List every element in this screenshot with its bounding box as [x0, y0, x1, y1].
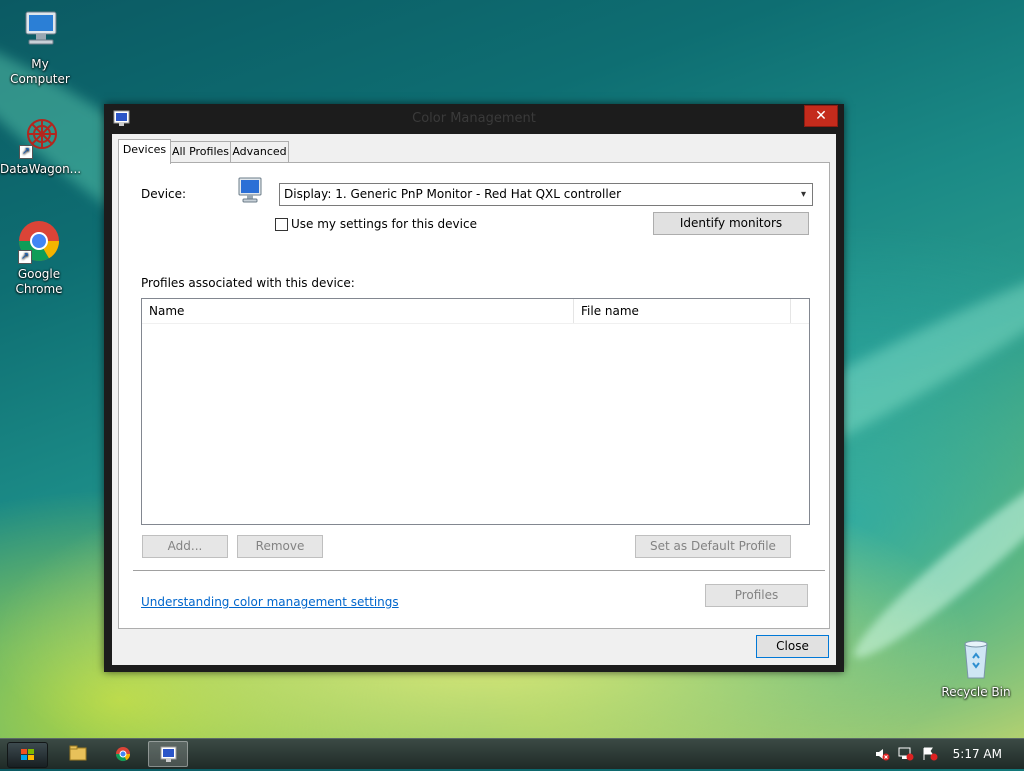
remove-profile-button[interactable]: Remove — [237, 535, 323, 558]
device-select[interactable]: Display: 1. Generic PnP Monitor - Red Ha… — [279, 183, 813, 206]
color-management-taskbar-button[interactable] — [148, 741, 188, 767]
network-icon[interactable] — [898, 747, 914, 761]
profiles-list[interactable]: Name File name — [141, 298, 810, 525]
title-bar[interactable]: Color Management ✕ — [104, 104, 844, 134]
volume-muted-icon[interactable] — [874, 747, 890, 761]
window-title: Color Management — [412, 111, 536, 126]
desktop-icon-label: DataWagon... — [0, 162, 82, 176]
column-header-file-name[interactable]: File name — [574, 299, 791, 323]
chrome-icon[interactable] — [103, 741, 143, 767]
desktop-icon-label: Recycle Bin — [941, 685, 1011, 699]
desktop-icon-label: Google Chrome — [15, 267, 63, 296]
desktop-icon-my-computer[interactable]: My Computer — [0, 8, 80, 87]
divider — [133, 570, 825, 571]
start-orb-icon[interactable] — [7, 742, 48, 768]
tab-all-profiles[interactable]: All Profiles — [169, 141, 232, 163]
computer-icon — [17, 8, 63, 54]
datawagon-logo-icon: ↗ — [17, 113, 63, 159]
monitor-icon — [236, 176, 266, 206]
action-center-icon[interactable] — [922, 747, 938, 761]
identify-monitors-button[interactable]: Identify monitors — [653, 212, 809, 235]
desktop-icon-datawagon[interactable]: ↗ DataWagon... — [0, 113, 82, 177]
color-management-window: Color Management ✕ Devices All Profiles … — [104, 104, 844, 672]
understanding-color-management-link[interactable]: Understanding color management settings — [141, 595, 399, 609]
use-settings-checkbox[interactable] — [275, 218, 288, 231]
close-button[interactable]: Close — [756, 635, 829, 658]
column-header-divider — [142, 323, 809, 324]
tab-devices[interactable]: Devices — [118, 139, 171, 164]
recycle-bin-icon — [953, 636, 999, 682]
tab-advanced[interactable]: Advanced — [230, 141, 289, 163]
window-client-area: Devices All Profiles Advanced Device: Di… — [112, 134, 836, 665]
window-close-button[interactable]: ✕ — [804, 105, 838, 127]
clock[interactable]: 5:17 AM — [953, 747, 1002, 761]
shortcut-arrow-icon: ↗ — [19, 145, 33, 159]
devices-tab-panel: Device: Display: 1. Generic PnP Monitor … — [118, 162, 830, 629]
add-profile-button[interactable]: Add... — [142, 535, 228, 558]
set-default-profile-button[interactable]: Set as Default Profile — [635, 535, 791, 558]
use-settings-label[interactable]: Use my settings for this device — [291, 217, 477, 231]
shortcut-arrow-icon: ↗ — [18, 250, 32, 264]
profiles-associated-label: Profiles associated with this device: — [141, 276, 355, 290]
desktop-icon-recycle-bin[interactable]: Recycle Bin — [936, 636, 1016, 700]
profiles-button[interactable]: Profiles — [705, 584, 808, 607]
chevron-down-icon[interactable]: ▾ — [795, 184, 812, 205]
desktop-icon-google-chrome[interactable]: ↗ Google Chrome — [0, 218, 78, 297]
column-header-name[interactable]: Name — [142, 299, 574, 323]
file-explorer-icon[interactable] — [58, 741, 98, 767]
taskbar: 5:17 AM — [0, 738, 1024, 769]
device-label: Device: — [141, 187, 187, 201]
desktop-icon-label: My Computer — [10, 57, 70, 86]
chrome-icon: ↗ — [16, 218, 62, 264]
device-select-value: Display: 1. Generic PnP Monitor - Red Ha… — [284, 187, 622, 201]
